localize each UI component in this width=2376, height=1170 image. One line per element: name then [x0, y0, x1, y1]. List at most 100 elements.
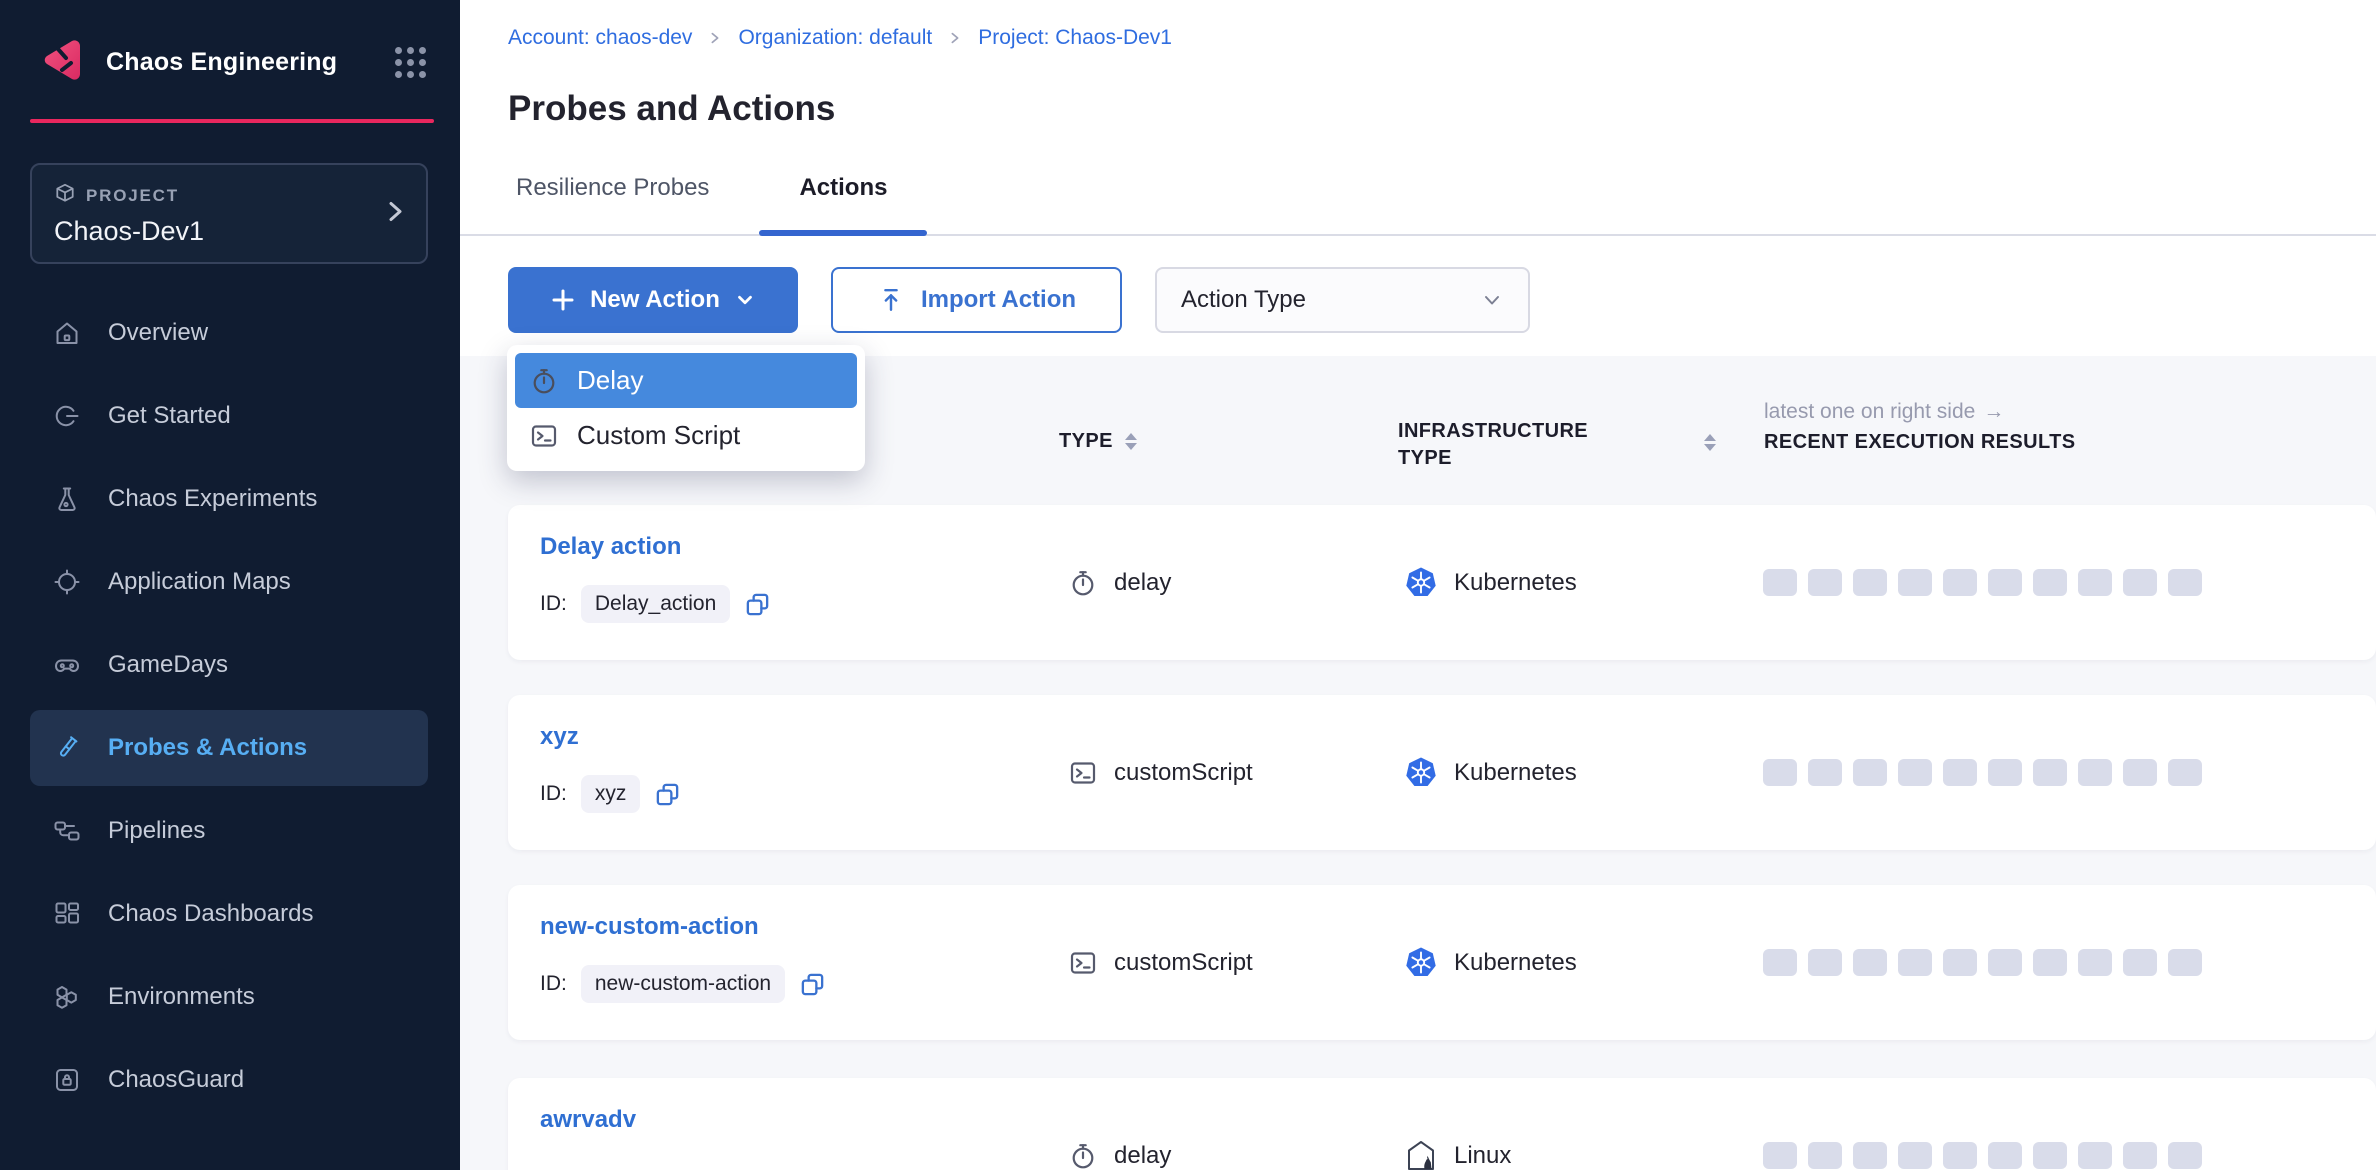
sidebar-header: Chaos Engineering: [0, 0, 460, 91]
type-cell: delay: [1068, 1078, 1171, 1170]
execution-result-placeholder: [1943, 949, 1977, 976]
sidebar-item-application-maps[interactable]: Application Maps: [30, 544, 428, 620]
sidebar-item-chaos-experiments[interactable]: Chaos Experiments: [30, 461, 428, 537]
execution-result-placeholder: [1988, 569, 2022, 596]
table-row: new-custom-action ID: new-custom-action …: [508, 885, 2376, 1040]
sidebar-item-chaos-dashboards[interactable]: Chaos Dashboards: [30, 876, 428, 952]
sidebar-item-environments[interactable]: Environments: [30, 959, 428, 1035]
execution-result-placeholder: [1988, 759, 2022, 786]
chevron-right-icon: [708, 31, 722, 45]
action-id: ID: new-custom-action: [540, 965, 826, 1003]
execution-result-placeholder: [2168, 1142, 2202, 1169]
action-name-link[interactable]: Delay action: [540, 533, 681, 561]
harness-chaos-logo-icon: [38, 34, 90, 91]
infrastructure-cell: Linux: [1404, 1078, 1511, 1170]
action-id: ID: xyz: [540, 775, 681, 813]
new-action-menu: Delay Custom Script: [507, 345, 865, 471]
type-cell: customScript: [1068, 695, 1253, 850]
execution-result-placeholder: [1808, 949, 1842, 976]
stopwatch-icon: [529, 366, 559, 396]
chaos-engineering-app: Chaos Engineering PROJECT Chaos-Dev1: [0, 0, 2376, 1170]
import-icon: [877, 286, 905, 314]
infrastructure-cell: Kubernetes: [1404, 505, 1577, 660]
action-id-value: xyz: [581, 775, 641, 813]
menu-item-delay[interactable]: Delay: [515, 353, 857, 408]
execution-result-placeholder: [1763, 1142, 1797, 1169]
project-name: Chaos-Dev1: [54, 216, 404, 247]
module-switcher-grid-icon[interactable]: [391, 43, 430, 82]
recent-execution-results: [1763, 505, 2202, 660]
execution-result-placeholder: [2168, 569, 2202, 596]
sidebar-item-get-started[interactable]: Get Started: [30, 378, 428, 454]
sidebar-item-pipelines[interactable]: Pipelines: [30, 793, 428, 869]
table-row: Delay action ID: Delay_action delay: [508, 505, 2376, 660]
execution-result-placeholder: [1853, 569, 1887, 596]
menu-item-custom-script[interactable]: Custom Script: [515, 408, 857, 463]
flask-icon: [52, 484, 82, 514]
tab-actions[interactable]: Actions: [799, 174, 887, 236]
execution-result-placeholder: [2078, 949, 2112, 976]
sort-icon[interactable]: [1125, 433, 1137, 450]
copy-icon[interactable]: [744, 591, 771, 618]
action-type-select[interactable]: Action Type: [1155, 267, 1530, 333]
sidebar-accent-divider: [30, 119, 434, 123]
breadcrumb-project-link[interactable]: Project: Chaos-Dev1: [978, 26, 1172, 50]
execution-result-placeholder: [1988, 1142, 2022, 1169]
sort-icon[interactable]: [1704, 434, 1716, 451]
execution-result-placeholder: [2123, 1142, 2157, 1169]
action-id-value: new-custom-action: [581, 965, 785, 1003]
column-header-type: TYPE: [1059, 430, 1137, 453]
cube-icon: [54, 182, 76, 209]
sidebar: Chaos Engineering PROJECT Chaos-Dev1: [0, 0, 460, 1170]
execution-result-placeholder: [1808, 569, 1842, 596]
sidebar-item-chaosguard[interactable]: ChaosGuard: [30, 1042, 428, 1118]
home-icon: [52, 318, 82, 348]
execution-result-placeholder: [1808, 1142, 1842, 1169]
execution-result-placeholder: [2033, 569, 2067, 596]
hexagons-icon: [52, 982, 82, 1012]
action-id: ID: Delay_action: [540, 585, 771, 623]
recent-execution-results: [1763, 695, 2202, 850]
execution-result-placeholder: [1808, 759, 1842, 786]
action-name-link[interactable]: xyz: [540, 723, 579, 751]
sidebar-item-overview[interactable]: Overview: [30, 295, 428, 371]
kubernetes-icon: [1404, 566, 1438, 600]
sidebar-item-gamedays[interactable]: GameDays: [30, 627, 428, 703]
stopwatch-icon: [1068, 1141, 1098, 1170]
breadcrumb-account-link[interactable]: Account: chaos-dev: [508, 26, 692, 50]
execution-result-placeholder: [1898, 1142, 1932, 1169]
chevron-right-icon: [948, 31, 962, 45]
dashboards-icon: [52, 899, 82, 929]
execution-result-placeholder: [1853, 949, 1887, 976]
new-action-button[interactable]: New Action: [508, 267, 798, 333]
execution-result-placeholder: [1943, 1142, 1977, 1169]
execution-result-placeholder: [2078, 1142, 2112, 1169]
breadcrumb-organization-link[interactable]: Organization: default: [738, 26, 932, 50]
terminal-icon: [1068, 758, 1098, 788]
execution-result-placeholder: [2168, 949, 2202, 976]
execution-result-placeholder: [2033, 759, 2067, 786]
copy-icon[interactable]: [654, 781, 681, 808]
import-action-button[interactable]: Import Action: [831, 267, 1122, 333]
execution-result-placeholder: [1763, 759, 1797, 786]
type-cell: delay: [1068, 505, 1171, 660]
sidebar-item-probes-actions[interactable]: Probes & Actions: [30, 710, 428, 786]
execution-result-placeholder: [2123, 569, 2157, 596]
action-name-link[interactable]: awrvadv: [540, 1106, 636, 1134]
recent-results-hint: latest one on right side →: [1764, 400, 2004, 424]
table-row: xyz ID: xyz customScript: [508, 695, 2376, 850]
execution-result-placeholder: [1943, 569, 1977, 596]
terminal-icon: [1068, 948, 1098, 978]
tab-resilience-probes[interactable]: Resilience Probes: [516, 174, 709, 236]
project-selector[interactable]: PROJECT Chaos-Dev1: [30, 163, 428, 264]
copy-icon[interactable]: [799, 971, 826, 998]
execution-result-placeholder: [1853, 1142, 1887, 1169]
arrow-right-icon: →: [1983, 400, 2004, 424]
action-name-link[interactable]: new-custom-action: [540, 913, 759, 941]
shield-lock-icon: [52, 1065, 82, 1095]
recent-execution-results: [1763, 1078, 2202, 1170]
target-icon: [52, 567, 82, 597]
pipelines-icon: [52, 816, 82, 846]
project-label: PROJECT: [86, 186, 179, 206]
execution-result-placeholder: [2033, 949, 2067, 976]
